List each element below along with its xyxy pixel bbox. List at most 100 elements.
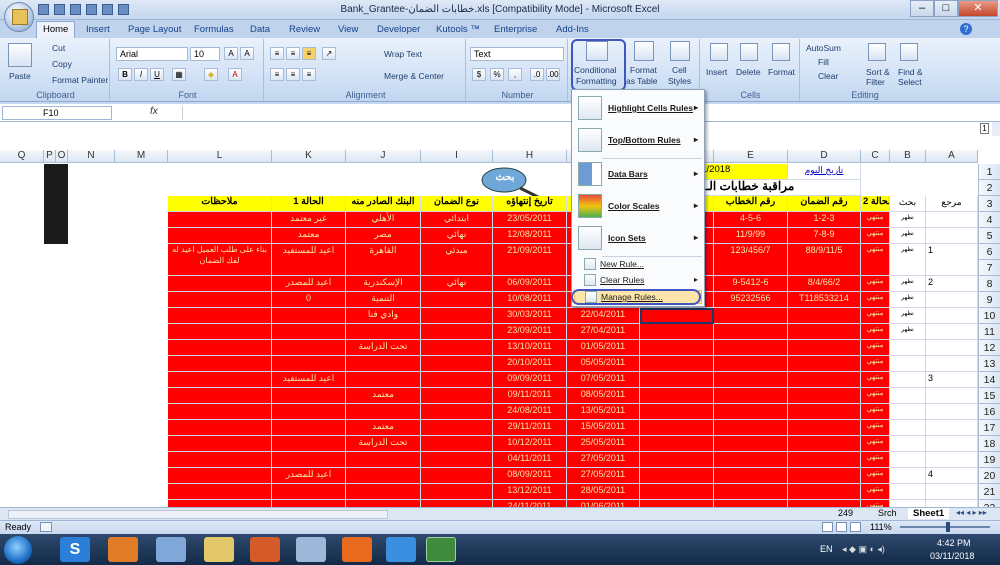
data-cell-k[interactable]: 0 xyxy=(272,292,346,308)
data-cell-f[interactable] xyxy=(640,324,714,340)
cell-styles-icon[interactable] xyxy=(670,41,690,61)
column-header[interactable]: H xyxy=(493,150,567,163)
data-cell-i[interactable] xyxy=(421,372,493,388)
data-cell-g[interactable]: 27/05/2011 xyxy=(567,452,640,468)
sheet-tab-srch[interactable]: Srch xyxy=(878,508,897,518)
data-cell-l[interactable]: بناء على طلب العميل اعيد له لفك الضمان xyxy=(168,244,272,276)
row-header[interactable]: 7 xyxy=(978,260,1000,276)
row-header[interactable]: 14 xyxy=(978,372,1000,388)
data-cell-h[interactable]: 24/08/2011 xyxy=(493,404,567,420)
data-cell-e[interactable] xyxy=(714,372,788,388)
data-cell-f[interactable] xyxy=(640,420,714,436)
ref-a-cell[interactable] xyxy=(926,212,978,228)
data-cell-l[interactable] xyxy=(168,452,272,468)
sort-filter-label2[interactable]: Filter xyxy=(866,77,885,87)
ref-a-cell[interactable] xyxy=(926,452,978,468)
data-cell-f[interactable] xyxy=(640,372,714,388)
data-cell-j[interactable] xyxy=(346,372,421,388)
data-cell-k[interactable] xyxy=(272,308,346,324)
ref-a-cell[interactable]: 1 xyxy=(926,244,978,276)
font-size-select[interactable]: 10 xyxy=(190,47,220,61)
data-cell-i[interactable] xyxy=(421,484,493,500)
data-cell-i[interactable] xyxy=(421,388,493,404)
data-cell-h[interactable]: 04/11/2011 xyxy=(493,452,567,468)
preview-icon[interactable] xyxy=(102,4,113,15)
data-cell-f[interactable] xyxy=(640,452,714,468)
data-cell-g[interactable]: 25/05/2011 xyxy=(567,436,640,452)
data-cell-e[interactable]: 95232566 xyxy=(714,292,788,308)
shrink-font-button[interactable]: A xyxy=(240,47,254,60)
cell-styles-label1[interactable]: Cell xyxy=(672,65,687,75)
column-header[interactable]: N xyxy=(68,150,115,163)
increase-decimal-button[interactable]: .0 xyxy=(530,68,544,81)
zoom-slider-thumb[interactable] xyxy=(946,522,950,532)
row-header[interactable]: 5 xyxy=(978,228,1000,244)
bold-button[interactable]: B xyxy=(118,68,132,81)
data-cell-g[interactable]: 28/05/2011 xyxy=(567,484,640,500)
office-button[interactable] xyxy=(4,2,34,32)
data-cell-e[interactable] xyxy=(714,404,788,420)
close-button[interactable]: ✕ xyxy=(958,0,998,17)
data-cell-d[interactable]: 8/4/66/2 xyxy=(788,276,861,292)
data-cell-k[interactable] xyxy=(272,500,346,507)
data-cell-e[interactable] xyxy=(714,340,788,356)
column-header[interactable]: O xyxy=(56,150,68,163)
menu-icon-sets[interactable]: Icon Sets ▸ xyxy=(574,226,702,254)
column-header[interactable]: Q xyxy=(0,150,44,163)
data-cell-l[interactable] xyxy=(168,404,272,420)
excel-icon[interactable] xyxy=(426,537,456,562)
menu-color-scales[interactable]: Color Scales ▸ xyxy=(574,194,702,222)
delete-cells-icon[interactable] xyxy=(740,43,758,61)
data-cell-i[interactable] xyxy=(421,292,493,308)
data-cell-l[interactable] xyxy=(168,468,272,484)
fx-icon[interactable]: fx xyxy=(150,106,180,120)
ref-a-cell[interactable] xyxy=(926,500,978,507)
ref-a-cell[interactable] xyxy=(926,420,978,436)
data-cell-d[interactable]: T118533214 xyxy=(788,292,861,308)
data-cell-g[interactable]: 01/05/2011 xyxy=(567,340,640,356)
underline-button[interactable]: U xyxy=(150,68,164,81)
data-cell-k[interactable]: اعيد للمستفيد xyxy=(272,372,346,388)
insert-cells-icon[interactable] xyxy=(710,43,728,61)
align-middle-icon[interactable]: ≡ xyxy=(286,47,300,60)
data-cell-h[interactable]: 23/09/2011 xyxy=(493,324,567,340)
data-cell-j[interactable] xyxy=(346,404,421,420)
data-cell-d[interactable] xyxy=(788,484,861,500)
tab-data[interactable]: Data xyxy=(244,22,276,37)
ref-a-cell[interactable] xyxy=(926,340,978,356)
data-cell-k[interactable] xyxy=(272,420,346,436)
data-cell-h[interactable]: 21/09/2011 xyxy=(493,244,567,276)
data-cell-j[interactable]: وادي فنا xyxy=(346,308,421,324)
row-header[interactable]: 22 xyxy=(978,500,1000,507)
data-cell-i[interactable]: مبدئي xyxy=(421,244,493,276)
fill-button[interactable]: Fill xyxy=(818,57,829,67)
data-cell-h[interactable]: 06/09/2011 xyxy=(493,276,567,292)
internet-explorer-icon[interactable] xyxy=(386,537,416,562)
row-header[interactable]: 8 xyxy=(978,276,1000,292)
skype-icon[interactable]: S xyxy=(60,537,90,562)
row-header[interactable]: 9 xyxy=(978,292,1000,308)
row-header[interactable]: 21 xyxy=(978,484,1000,500)
align-center-icon[interactable]: ≡ xyxy=(286,68,300,81)
data-cell-k[interactable] xyxy=(272,388,346,404)
horizontal-scrollbar[interactable] xyxy=(8,510,388,519)
fill-color-button[interactable]: ◈ xyxy=(204,68,218,81)
window-icon[interactable] xyxy=(296,537,326,562)
data-cell-d[interactable] xyxy=(788,340,861,356)
row-header[interactable]: 17 xyxy=(978,420,1000,436)
language-indicator[interactable]: EN xyxy=(820,544,833,554)
data-cell-k[interactable]: غير معتمد xyxy=(272,212,346,228)
ref-a-cell[interactable] xyxy=(926,324,978,340)
menu-highlight-cells-rules[interactable]: Highlight Cells Rules ▸ xyxy=(574,96,702,124)
sort-icon[interactable] xyxy=(118,4,129,15)
save-icon[interactable] xyxy=(38,4,49,15)
ref-a-cell[interactable] xyxy=(926,436,978,452)
data-cell-e[interactable]: 11/9/99 xyxy=(714,228,788,244)
merge-center-button[interactable]: Merge & Center xyxy=(384,71,444,81)
data-cell-k[interactable] xyxy=(272,404,346,420)
data-cell-l[interactable] xyxy=(168,308,272,324)
data-cell-l[interactable] xyxy=(168,276,272,292)
data-cell-f[interactable] xyxy=(640,436,714,452)
font-name-select[interactable]: Arial xyxy=(116,47,188,61)
data-cell-e[interactable] xyxy=(714,484,788,500)
